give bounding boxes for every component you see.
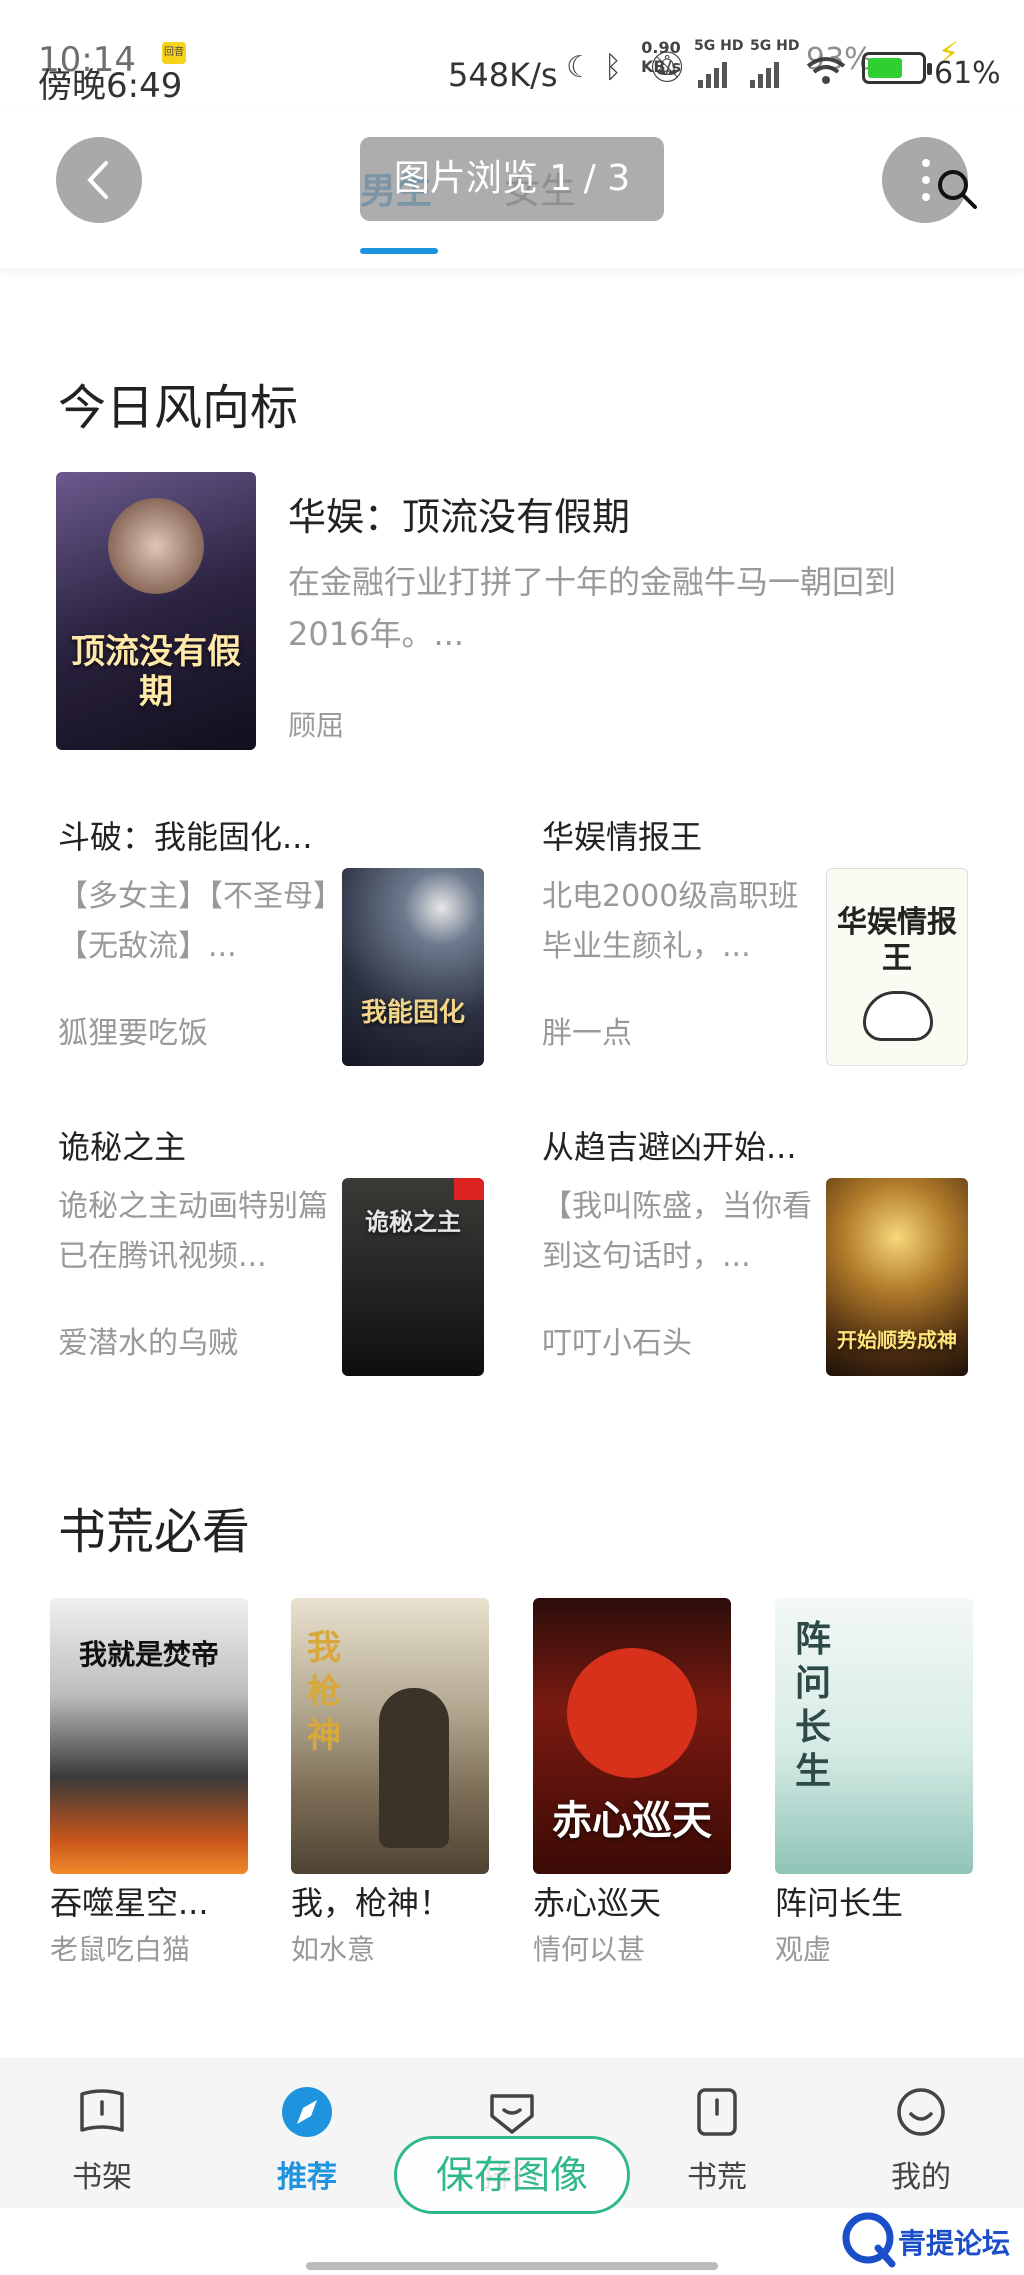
nav-label: 我的 [891,2160,951,2195]
signal-icon [698,62,779,88]
card-title[interactable]: 从趋吉避凶开始... [542,1122,797,1168]
featured-book-desc: 在金融行业打拼了十年的金融牛马一朝回到2016年。... [288,563,897,653]
nav-profile[interactable]: 我的 [856,2058,986,2208]
card-cover[interactable]: 我能固化 [342,868,484,1066]
featured-book-author: 顾屈 [288,709,345,742]
card-desc: 【我叫陈盛，当你看到这句话时，... [542,1189,812,1274]
top-header: 男生 女生 图片浏览 1 / 3 [0,110,1024,268]
must-read-author: 情何以甚 [533,1933,646,1966]
search-icon[interactable] [936,168,978,210]
must-read-cover[interactable]: 阵问长生 [775,1598,973,1874]
must-read-cover-text: 赤心巡天 [552,1798,712,1844]
card-author: 爱潜水的乌贼 [58,1326,238,1361]
moon-icon: ☾ [566,50,593,85]
battery-percent: 61% [934,56,1001,91]
card-desc: 北电2000级高职班毕业生颜礼，... [542,879,799,964]
card-cover-text: 开始顺势成神 [837,1328,957,1352]
must-read-title[interactable]: 我，枪神！ [291,1878,451,1924]
tab-indicator [360,248,438,254]
section-title-trend: 今日风向标 [58,380,299,436]
nav-bookshelf[interactable]: 书架 [37,2058,167,2208]
battery-icon [862,52,932,84]
card-cover-text: 华娱情报王 [837,905,957,976]
signal-label-2: 5G HD [750,38,800,54]
status-bar: 10:14 傍晚6:49 回音 548K/s ☾ ᛒ 0.90 KB/s 🔕︎ … [0,0,1024,110]
ranking-icon [490,2094,534,2134]
watermark: 青提论坛 [838,2208,1018,2268]
card-title[interactable]: 诡秘之主 [58,1122,186,1168]
card-cover[interactable]: 开始顺势成神 [826,1178,968,1376]
card-author: 狐狸要吃饭 [58,1016,208,1051]
watermark-text: 青提论坛 [898,2227,1011,2260]
home-indicator[interactable] [306,2262,718,2270]
compass-icon [282,2087,332,2137]
signal-label-1: 5G HD [694,38,744,54]
status-time: 傍晚6:49 [38,66,183,106]
card-title[interactable]: 斗破：我能固化... [58,812,313,858]
must-read-author: 观虚 [775,1933,832,1966]
back-button[interactable] [56,137,142,223]
nav-label: 书架 [72,2160,132,2195]
must-read-title[interactable]: 赤心巡天 [533,1878,661,1924]
notification-badge: 回音 [162,42,186,64]
card-author: 胖一点 [542,1016,632,1051]
bookshelf-icon [80,2089,124,2132]
chevron-left-icon [87,161,108,199]
nav-recommend[interactable]: 推荐 [242,2058,372,2208]
featured-book-title[interactable]: 华娱：顶流没有假期 [288,486,630,541]
network-speed: 548K/s [448,56,558,94]
card-cover[interactable]: 诡秘之主 [342,1178,484,1376]
card-cover-text: 我能固化 [360,998,465,1028]
featured-cover-text: 顶流没有假期 [71,632,241,712]
must-read-cover[interactable]: 赤心巡天 [533,1598,731,1874]
must-read-cover[interactable]: 我 枪神 [291,1598,489,1874]
nav-book-shortage[interactable]: 书荒 [652,2058,782,2208]
must-read-cover-text: 我 枪神 [307,1628,341,1756]
section-title-must-read: 书荒必看 [58,1504,251,1560]
card-desc: 【多女主】【不圣母】【无敌流】... [58,879,328,964]
smile-icon [897,2088,945,2136]
nav-label: 书荒 [687,2160,747,2195]
watermark-logo-icon [842,2212,896,2268]
must-read-author: 如水意 [291,1933,376,1966]
must-read-title[interactable]: 阵问长生 [775,1878,903,1924]
bluetooth-icon: ᛒ [604,50,622,85]
must-read-cover-text: 我就是焚帝 [78,1638,219,1671]
card-title[interactable]: 华娱情报王 [542,812,702,858]
card-cover-text: 诡秘之主 [365,1208,461,1236]
card-author: 叮叮小石头 [542,1326,692,1361]
featured-book-cover[interactable]: 顶流没有假期 [56,472,256,750]
must-read-cover[interactable]: 我就是焚帝 [50,1598,248,1874]
save-image-button[interactable]: 保存图像 [394,2136,630,2214]
must-read-title[interactable]: 吞噬星空... [50,1878,209,1924]
must-read-author: 老鼠吃白猫 [50,1933,191,1966]
book-icon [697,2088,737,2136]
image-viewer-label: 图片浏览 1 / 3 [360,137,664,221]
must-read-cover-text: 阵问长生 [794,1619,831,1792]
nav-label: 推荐 [277,2160,337,2195]
card-cover[interactable]: 华娱情报王 [826,868,968,1066]
card-desc: 诡秘之主动画特别篇已在腾讯视频... [58,1189,328,1274]
bell-off-icon: 🔕︎ [648,50,687,85]
